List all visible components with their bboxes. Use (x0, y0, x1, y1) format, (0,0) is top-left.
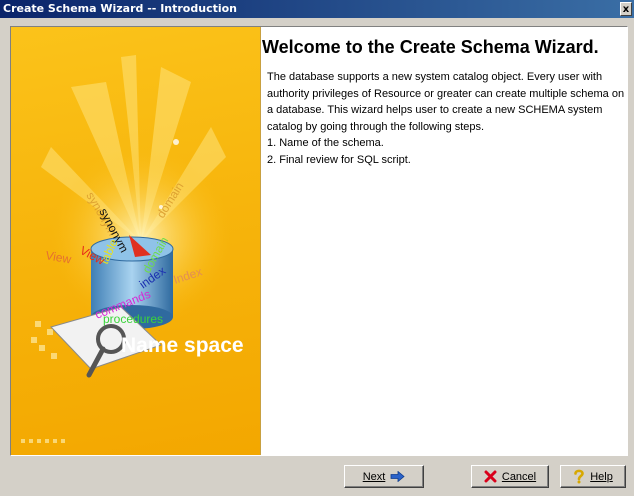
red-x-icon (484, 470, 497, 483)
cancel-button[interactable]: Cancel (471, 465, 549, 488)
close-button[interactable]: x (620, 2, 632, 16)
page-title: Welcome to the Create Schema Wizard. (262, 37, 599, 57)
cancel-label: Cancel (501, 470, 537, 483)
help-button[interactable]: Help (560, 465, 626, 488)
wizard-content: synonym synonym domain domain index Inde… (10, 26, 628, 456)
illustration-graphic: synonym synonym domain domain index Inde… (21, 55, 244, 443)
art-caption: Name space (121, 334, 244, 357)
next-label: Next (362, 470, 386, 483)
next-button[interactable]: Next (344, 465, 424, 488)
step-2: 2. Final review for SQL script. (267, 153, 411, 166)
question-mark-icon (573, 469, 585, 484)
intro-text: The database supports a new system catal… (267, 69, 625, 168)
help-label: Help (590, 470, 613, 483)
close-icon: x (622, 4, 630, 15)
arrow-right-icon (390, 471, 405, 482)
title-bar: Create Schema Wizard -- Introduction x (0, 0, 634, 18)
wizard-illustration: synonym synonym domain domain index Inde… (11, 27, 261, 455)
intro-paragraph: The database supports a new system catal… (267, 71, 625, 133)
step-1: 1. Name of the schema. (267, 137, 384, 149)
art-word-procedures: procedures (103, 312, 163, 326)
window-title: Create Schema Wizard -- Introduction (3, 2, 238, 15)
